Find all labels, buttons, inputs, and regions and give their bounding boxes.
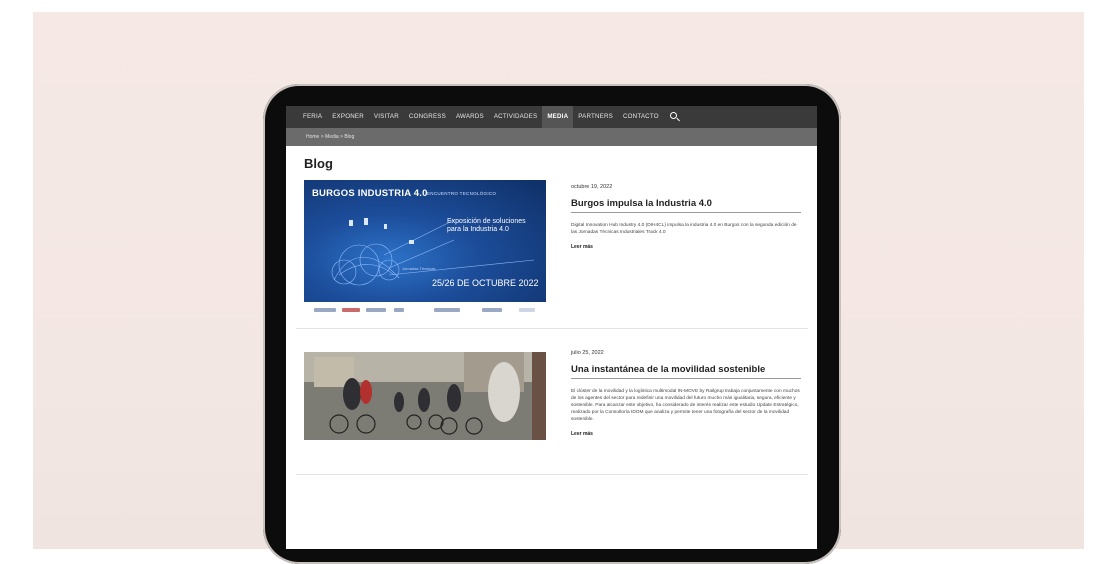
cyclists-photo [304, 352, 546, 440]
banner-center-text: Exposición de soluciones para la Industr… [447, 218, 526, 233]
nav-item-actividades[interactable]: ACTIVIDADES [489, 106, 542, 128]
post-body: julio 25, 2022 Una instantánea de la mov… [571, 350, 811, 437]
read-more-link[interactable]: Leer más [571, 244, 811, 250]
page-title: Blog [304, 156, 333, 171]
sponsor-logo [519, 308, 535, 312]
post-body: octubre 19, 2022 Burgos impulsa la Indus… [571, 184, 811, 250]
blog-post: julio 25, 2022 Una instantánea de la mov… [296, 350, 808, 475]
sponsor-logo [366, 308, 386, 312]
sponsor-logos [304, 302, 546, 320]
sponsor-logo [482, 308, 502, 312]
cyclists-photo-graphic [304, 352, 546, 440]
post-excerpt: Digital Innovation Hub Industry 4.0 (DIH… [571, 223, 797, 235]
banner-subheading: ENCUENTRO TECNOLÓGICO [427, 191, 497, 196]
industria-banner: BURGOS INDUSTRIA 4.0 ENCUENTRO TECNOLÓGI… [304, 180, 546, 302]
nav-item-exponer[interactable]: EXPONER [327, 106, 369, 128]
banner-tag: Jornadas Técnicas [402, 266, 436, 271]
read-more-link[interactable]: Leer más [571, 431, 811, 437]
banner-heading: BURGOS INDUSTRIA 4.0 [312, 188, 428, 199]
nav-item-media[interactable]: MEDIA [542, 106, 574, 128]
sponsor-logo [434, 308, 460, 312]
nav-item-feria[interactable]: FERIA [298, 106, 327, 128]
sponsor-logo [394, 308, 404, 312]
blog-post: BURGOS INDUSTRIA 4.0 ENCUENTRO TECNOLÓGI… [296, 180, 808, 329]
sponsor-logo [342, 308, 360, 312]
post-image-movilidad[interactable] [304, 352, 546, 440]
post-date: octubre 19, 2022 [571, 184, 613, 190]
search-icon[interactable] [664, 106, 686, 128]
nav-item-congress[interactable]: CONGRESS [404, 106, 451, 128]
post-excerpt: El clúster de la movilidad y la logístic… [571, 389, 800, 422]
post-image-burgos[interactable]: BURGOS INDUSTRIA 4.0 ENCUENTRO TECNOLÓGI… [304, 180, 546, 320]
post-title[interactable]: Una instantánea de la movilidad sostenib… [571, 364, 801, 379]
banner-dates: 25/26 DE OCTUBRE 2022 [432, 278, 539, 288]
sponsor-logo [314, 308, 336, 312]
nav-item-awards[interactable]: AWARDS [451, 106, 489, 128]
website-screen: FERIA EXPONER VISITAR CONGRESS AWARDS AC… [286, 106, 817, 549]
nav-item-visitar[interactable]: VISITAR [369, 106, 404, 128]
breadcrumb: Home > Media > Blog [286, 128, 817, 146]
post-date: julio 25, 2022 [571, 350, 604, 356]
post-title[interactable]: Burgos impulsa la Industria 4.0 [571, 198, 801, 213]
nav-item-contacto[interactable]: CONTACTO [618, 106, 664, 128]
main-navbar: FERIA EXPONER VISITAR CONGRESS AWARDS AC… [286, 106, 817, 128]
nav-item-partners[interactable]: PARTNERS [573, 106, 618, 128]
